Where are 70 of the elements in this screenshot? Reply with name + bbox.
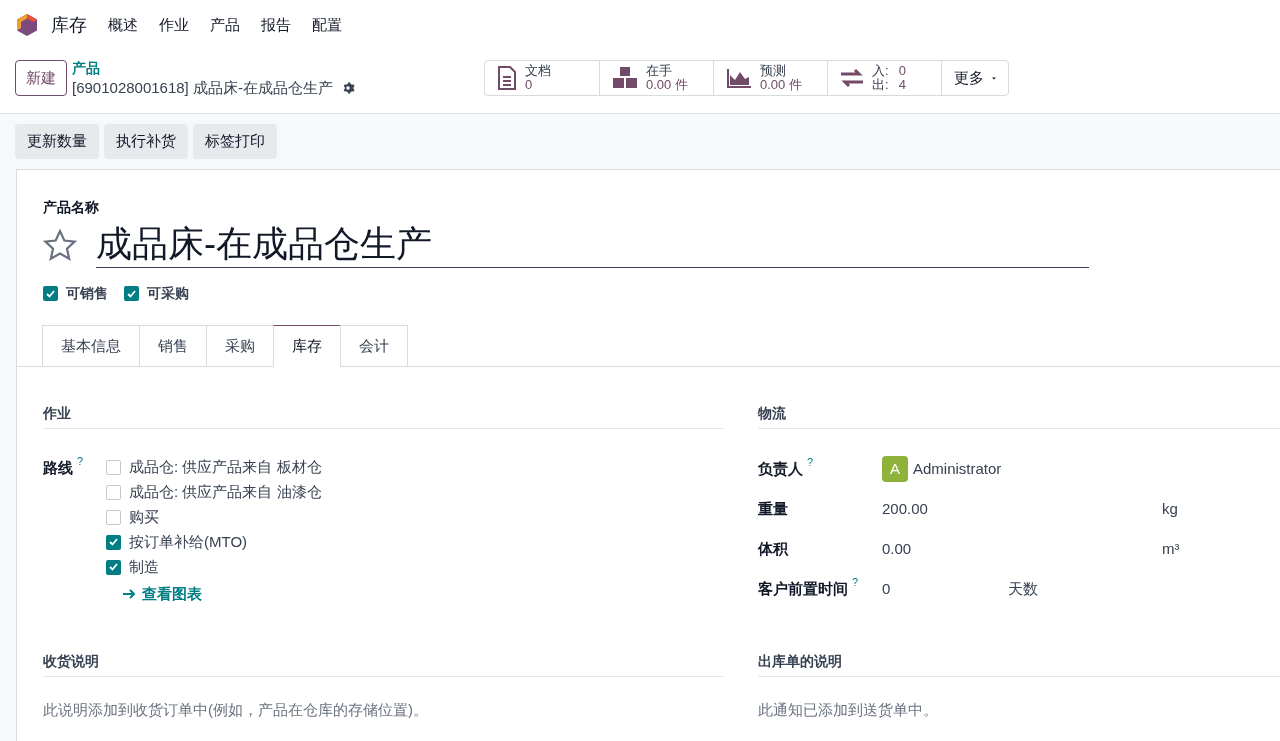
action-button[interactable]: 更新数量: [15, 124, 99, 159]
stat-button[interactable]: 在手 0.00 件: [599, 61, 713, 95]
breadcrumb-link[interactable]: 产品: [72, 59, 100, 78]
stat-button[interactable]: 文档 0: [485, 61, 599, 95]
help-icon[interactable]: ?: [807, 455, 814, 468]
checkbox-label: 制造: [129, 556, 159, 577]
user-field[interactable]: Administrator: [913, 457, 1002, 481]
new-button[interactable]: 新建: [15, 60, 67, 96]
note-field[interactable]: 此通知已添加到送货单中。: [758, 699, 1280, 729]
field-label: 路线: [43, 458, 73, 478]
check-icon: [109, 538, 118, 546]
check-icon: [127, 289, 136, 298]
field-label: 体积: [758, 538, 788, 559]
section-title: 出库单的说明: [758, 651, 1280, 677]
section-title: 物流: [758, 403, 1280, 429]
field-label: 重量: [758, 498, 788, 519]
checkbox-label: 成品仓: 供应产品来自 油漆仓: [129, 481, 322, 502]
app-name[interactable]: 库存: [51, 11, 87, 39]
area-chart-icon: [726, 67, 752, 89]
stat-button[interactable]: 入: 0 出: 4: [827, 61, 941, 95]
note-field[interactable]: 此说明添加到收货订单中(例如，产品在仓库的存储位置)。: [43, 699, 723, 729]
stat-button[interactable]: 预测 0.00 件: [713, 61, 827, 95]
field-label: 负责人: [758, 458, 803, 479]
app-logo-icon[interactable]: [16, 13, 38, 37]
star-icon[interactable]: [43, 228, 77, 261]
field-label: 客户前置时间: [758, 578, 848, 599]
action-button[interactable]: 标签打印: [193, 124, 277, 159]
product-name-field[interactable]: 成品床-在成品仓生产: [96, 221, 1089, 268]
help-icon[interactable]: ?: [77, 455, 84, 467]
cubes-icon: [612, 66, 638, 90]
checkbox[interactable]: [106, 459, 121, 475]
unit-label: m³: [1162, 538, 1180, 559]
tab[interactable]: 库存: [273, 325, 341, 368]
check-icon: [109, 563, 118, 571]
exchange-icon: [840, 68, 864, 88]
unit-label: kg: [1162, 498, 1178, 519]
check-icon: [46, 289, 55, 298]
tab[interactable]: 基本信息: [42, 325, 140, 367]
menu-item[interactable]: 产品: [210, 13, 240, 37]
field-label: 产品名称: [43, 199, 100, 215]
action-button[interactable]: 执行补货: [104, 124, 188, 159]
menu-item[interactable]: 报告: [261, 13, 291, 37]
breadcrumb-current: [6901028001618] 成品床-在成品仓生产: [72, 78, 333, 97]
checkbox[interactable]: [43, 286, 58, 301]
checkbox-label: 成品仓: 供应产品来自 板材仓: [129, 456, 322, 477]
checkbox[interactable]: [106, 534, 121, 550]
tab[interactable]: 会计: [340, 325, 408, 367]
checkbox-label: 按订单补给(MTO): [129, 531, 248, 552]
stat-button[interactable]: 更多: [941, 61, 1008, 95]
input-field[interactable]: 0: [882, 577, 1008, 601]
checkbox-label: 可销售: [66, 284, 108, 303]
checkbox[interactable]: [124, 286, 139, 301]
checkbox-label: 购买: [129, 506, 159, 527]
avatar: A: [882, 456, 908, 482]
menu-item[interactable]: 配置: [312, 13, 342, 37]
checkbox-label: 可采购: [147, 284, 189, 303]
checkbox[interactable]: [106, 484, 121, 500]
checkbox[interactable]: [106, 509, 121, 525]
help-icon[interactable]: ?: [852, 575, 859, 588]
input-field[interactable]: 0.00: [882, 537, 1162, 561]
unit-label: 天数: [1008, 578, 1038, 599]
section-title: 作业: [43, 403, 723, 429]
menu-item[interactable]: 概述: [108, 13, 138, 37]
section-title: 收货说明: [43, 651, 723, 677]
document-icon: [497, 66, 517, 90]
view-diagram-link[interactable]: 查看图表: [122, 583, 322, 606]
checkbox[interactable]: [106, 559, 121, 575]
arrow-right-icon: [122, 588, 136, 601]
input-field[interactable]: 200.00: [882, 497, 1162, 521]
menu-item[interactable]: 作业: [159, 13, 189, 37]
